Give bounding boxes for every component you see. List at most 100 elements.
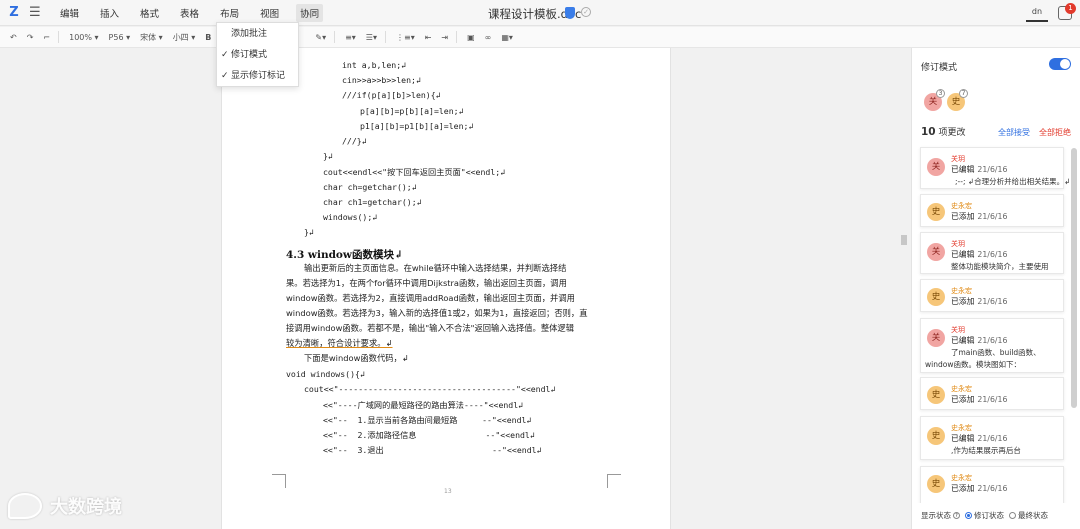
notification-button[interactable]: 1 — [1058, 3, 1076, 21]
zoom-select[interactable]: 100% ▾ — [69, 33, 98, 42]
change-text: window函数。模块图如下： — [925, 360, 1021, 369]
track-changes-item[interactable]: ✓ 修订模式 — [217, 45, 298, 65]
menu-layout[interactable]: 布局 — [216, 4, 243, 22]
app-logo-icon[interactable]: Z — [5, 4, 23, 22]
code-line: void windows(){↲ — [286, 369, 365, 379]
bullet-list-icon[interactable]: ☰▾ — [366, 33, 377, 42]
author-name: 史永宏 — [951, 287, 972, 295]
change-card[interactable]: 史 史永宏 已编辑 21/6/16 ,作为结果展示再后台 — [920, 416, 1064, 460]
change-card[interactable]: 关 关玥 已编辑 21/6/16 整体功能模块简介，主要使用 — [920, 232, 1064, 274]
document-page[interactable]: int a,b,len;↲ cin>>a>>b>>len;↲ ///if(p[a… — [221, 48, 671, 529]
author-name: 关玥 — [951, 326, 965, 334]
display-state-bar: 显示状态 ? 修订状态 最终状态 — [921, 510, 1048, 521]
code-line: <<"-- 1.显示当前各路由间最短路 --"<<endl↲ — [323, 415, 532, 425]
code-line: <<"-- 3.退出 --"<<endl↲ — [323, 445, 542, 455]
change-card[interactable]: 史 史永宏 已添加 21/6/16 — [920, 194, 1064, 227]
radio-markup-state[interactable] — [965, 512, 972, 519]
reject-all-button[interactable]: 全部拒绝 — [1039, 127, 1071, 138]
page-number: 13 — [444, 488, 452, 495]
change-action: 已添加 21/6/16 — [951, 212, 1008, 221]
radio-markup-label[interactable]: 修订状态 — [974, 510, 1004, 521]
menu-view[interactable]: 视图 — [256, 4, 283, 22]
menu-format[interactable]: 格式 — [136, 4, 163, 22]
author-avatar: 关 — [927, 158, 945, 176]
align-icon[interactable]: ≡▾ — [345, 33, 356, 42]
change-text: 了main函数、build函数、 — [951, 348, 1041, 357]
indent-decrease-icon[interactable]: ⇤ — [425, 33, 432, 42]
font-size-select[interactable]: 小四 ▾ — [173, 32, 196, 43]
show-markup-item[interactable]: ✓ 显示修订标记 — [217, 66, 298, 86]
author-avatar: 关 — [927, 329, 945, 347]
change-card[interactable]: 关 关玥 已编辑 21/6/16 了main函数、build函数、 window函… — [920, 318, 1064, 373]
table-icon[interactable]: ▦▾ — [501, 33, 513, 42]
code-line: windows();↲ — [323, 212, 378, 222]
author-avatar: 史 — [927, 386, 945, 404]
radio-final-state[interactable] — [1009, 512, 1016, 519]
track-changes-toggle[interactable] — [1049, 58, 1071, 70]
author-avatar: 史 — [927, 203, 945, 221]
menu-insert[interactable]: 插入 — [96, 4, 123, 22]
code-line: p1[a][b]=p1[b][a]=len;↲ — [360, 121, 474, 131]
change-action: 已编辑 21/6/16 — [951, 336, 1008, 345]
author-name: 关玥 — [951, 155, 965, 163]
change-action: 已添加 21/6/16 — [951, 395, 1008, 404]
collaborate-dropdown: 添加批注 ✓ 修订模式 ✓ 显示修订标记 — [216, 22, 299, 87]
author-name: 关玥 — [951, 240, 965, 248]
paragraph-line: window函数。若选择为2，直接调用addRoad函数，输出返回主页面，并调用 — [286, 293, 575, 303]
accept-all-button[interactable]: 全部接受 — [998, 127, 1030, 138]
image-icon[interactable]: ▣ — [467, 33, 475, 42]
add-comment-item[interactable]: 添加批注 — [217, 24, 298, 44]
font-select[interactable]: 宋体 ▾ — [140, 32, 163, 43]
code-line: }↲ — [304, 227, 314, 237]
numbered-list-icon[interactable]: ⋮≡▾ — [396, 33, 415, 42]
display-state-label: 显示状态 — [921, 511, 951, 520]
paragraph-line: 接调用window函数。若都不是，输出"输入不合法"返回输入选择值。整体逻辑 — [286, 323, 575, 333]
radio-final-label[interactable]: 最终状态 — [1018, 510, 1048, 521]
help-icon[interactable]: ? — [953, 512, 960, 519]
menu-collaborate[interactable]: 协同 — [296, 3, 324, 22]
paragraph-line: window函数。若选择为3，输入新的选择值1或2，如果为1，直接返回；否则，直 — [286, 308, 588, 318]
page-corner-mark — [607, 474, 621, 488]
toggle-knob — [1060, 59, 1070, 69]
undo-icon[interactable]: ↶ — [10, 33, 17, 42]
menu-bar: Z ☰ 编辑 插入 格式 表格 布局 视图 协同 课程设计模板.doc ✓ dn… — [0, 0, 1080, 26]
code-line: ///}↲ — [342, 136, 367, 146]
author-avatar: 关 — [927, 243, 945, 261]
change-card[interactable]: 史 史永宏 已添加 21/6/16 — [920, 279, 1064, 312]
toolbar: ↶ ↷ ⌐ 100% ▾ P56 ▾ 宋体 ▾ 小四 ▾ B ✎▾ ≡▾ ☰▾ … — [0, 27, 1080, 48]
author-name: 史永宏 — [951, 474, 972, 482]
indent-increase-icon[interactable]: ⇥ — [441, 33, 448, 42]
code-line: char ch1=getchar();↲ — [323, 197, 422, 207]
page-corner-mark — [272, 474, 286, 488]
format-painter-icon[interactable]: ⌐ — [43, 33, 50, 42]
code-line: int a,b,len;↲ — [342, 60, 407, 70]
bold-button[interactable]: B — [205, 33, 211, 42]
code-line: }↲ — [323, 151, 333, 161]
toolbar-divider — [58, 31, 60, 43]
author-change-count: 7 — [959, 89, 968, 98]
changes-count: 10 项更改 — [921, 126, 966, 138]
change-card[interactable]: 史 史永宏 已添加 21/6/16 — [920, 377, 1064, 410]
code-line: ///if(p[a][b]>len){↲ — [342, 90, 441, 100]
pen-icon[interactable]: ✎▾ — [315, 33, 326, 42]
change-action: 已添加 21/6/16 — [951, 297, 1008, 306]
link-icon[interactable]: ∞ — [485, 33, 492, 42]
paragraph-line: 较为清晰，符合设计要求。↲ — [286, 338, 393, 348]
code-line: p[a][b]=p[b][a]=len;↲ — [360, 106, 464, 116]
scrollbar-handle[interactable] — [901, 235, 907, 245]
change-card[interactable]: 关 关玥 已编辑 21/6/16 ;--; ↲合理分析并给出相关结果。↲ — [920, 147, 1070, 189]
panel-scrollbar[interactable] — [1071, 148, 1077, 408]
change-text: ;--; ↲合理分析并给出相关结果。↲ — [955, 177, 1071, 186]
hamburger-menu-icon[interactable]: ☰ — [29, 5, 43, 20]
paragraph-line: 下面是window函数代码，↲ — [304, 353, 409, 363]
style-select[interactable]: P56 ▾ — [109, 33, 131, 42]
watermark-logo-icon — [8, 493, 42, 519]
redo-icon[interactable]: ↷ — [27, 33, 34, 42]
change-card[interactable]: 史 史永宏 已添加 21/6/16 — [920, 466, 1064, 503]
user-avatar[interactable]: dn — [1026, 4, 1048, 22]
menu-table[interactable]: 表格 — [176, 4, 203, 22]
menu-edit[interactable]: 编辑 — [56, 4, 83, 22]
panel-title: 修订模式 — [921, 63, 958, 73]
change-action: 已编辑 21/6/16 — [951, 434, 1008, 443]
change-action: 已添加 21/6/16 — [951, 484, 1008, 493]
